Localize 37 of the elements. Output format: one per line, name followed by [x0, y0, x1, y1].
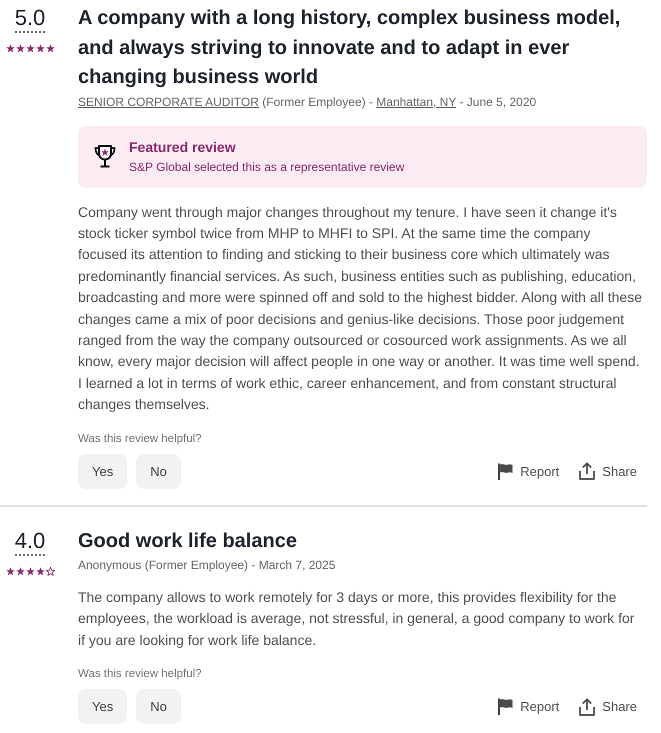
report-button[interactable]: Report — [497, 698, 560, 716]
star-icon — [46, 44, 54, 53]
review-meta: SENIOR CORPORATE AUDITOR (Former Employee) - Manhattan, NY - June 5, 2020 — [78, 94, 538, 110]
rating-score[interactable]: 4.0 — [14, 528, 46, 556]
review-title: Good work life balance — [78, 528, 298, 554]
flag-icon — [497, 698, 514, 716]
empty-star-icon — [46, 566, 54, 576]
review-meta: Anonymous (Former Employee) - March 7, 2025 — [78, 557, 336, 574]
location-link[interactable]: Manhattan, NY — [376, 94, 456, 108]
review-text: Company went through major changes throughout my tenure. I have seen it change it's stock ticker symbol twice from MHP to MHFI to SPI. At the same time the company focused its attention to finding and sticking to their business core which ultimately was predominantly financial services. As such, business entities such as publishing, education, broadcasting and more were spinned off and sold to the highest bidder. Along with all these changes came a mix of poor decisions and genius-like decisions. Those poor judgement ranged from the way the company outsourced or cosourced work assignments. As we all know, every major decision will affect people in one way or another. It was time well spend. I learned a lot in terms of work ethic, career enhancement, and from constant structural changes themselves. — [78, 202, 644, 414]
share-icon — [579, 698, 596, 716]
star-icon — [6, 44, 14, 53]
vote-button[interactable]: Yes — [78, 689, 128, 724]
share-button[interactable]: Share — [579, 462, 637, 480]
star-icon — [36, 566, 44, 576]
star-icon — [36, 44, 44, 53]
star-icon — [26, 566, 34, 576]
trophy-icon — [94, 144, 116, 169]
job-title-link[interactable]: SENIOR CORPORATE AUDITOR — [78, 94, 259, 108]
report-button[interactable]: Report — [497, 462, 560, 480]
helpful-question: Was this review helpful? — [78, 432, 203, 447]
flag-icon — [497, 462, 514, 480]
star-icon — [16, 566, 24, 576]
share-button[interactable]: Share — [579, 698, 637, 716]
review-title: A company with a long history, complex business model, and always striving to innovate and to adapt in ever changing business world — [78, 6, 622, 90]
featured-note: S&P Global selected this as a representative review — [129, 158, 404, 176]
share-icon — [579, 462, 596, 480]
vote-button[interactable]: No — [136, 689, 181, 724]
vote-button[interactable]: Yes — [78, 454, 128, 489]
star-icon — [26, 44, 34, 53]
rating-score[interactable]: 5.0 — [14, 5, 46, 33]
vote-button[interactable]: No — [136, 454, 181, 489]
review-text: The company allows to work remotely for 3 days or more, this provides flexibility for the employees, the workload is average, not stressful, in general, a good company to work for if you are looking for work life balance. — [78, 588, 636, 650]
helpful-question: Was this review helpful? — [78, 667, 203, 682]
star-icon — [6, 566, 14, 576]
featured-title: Featured review — [129, 138, 237, 156]
star-icon — [16, 44, 24, 53]
